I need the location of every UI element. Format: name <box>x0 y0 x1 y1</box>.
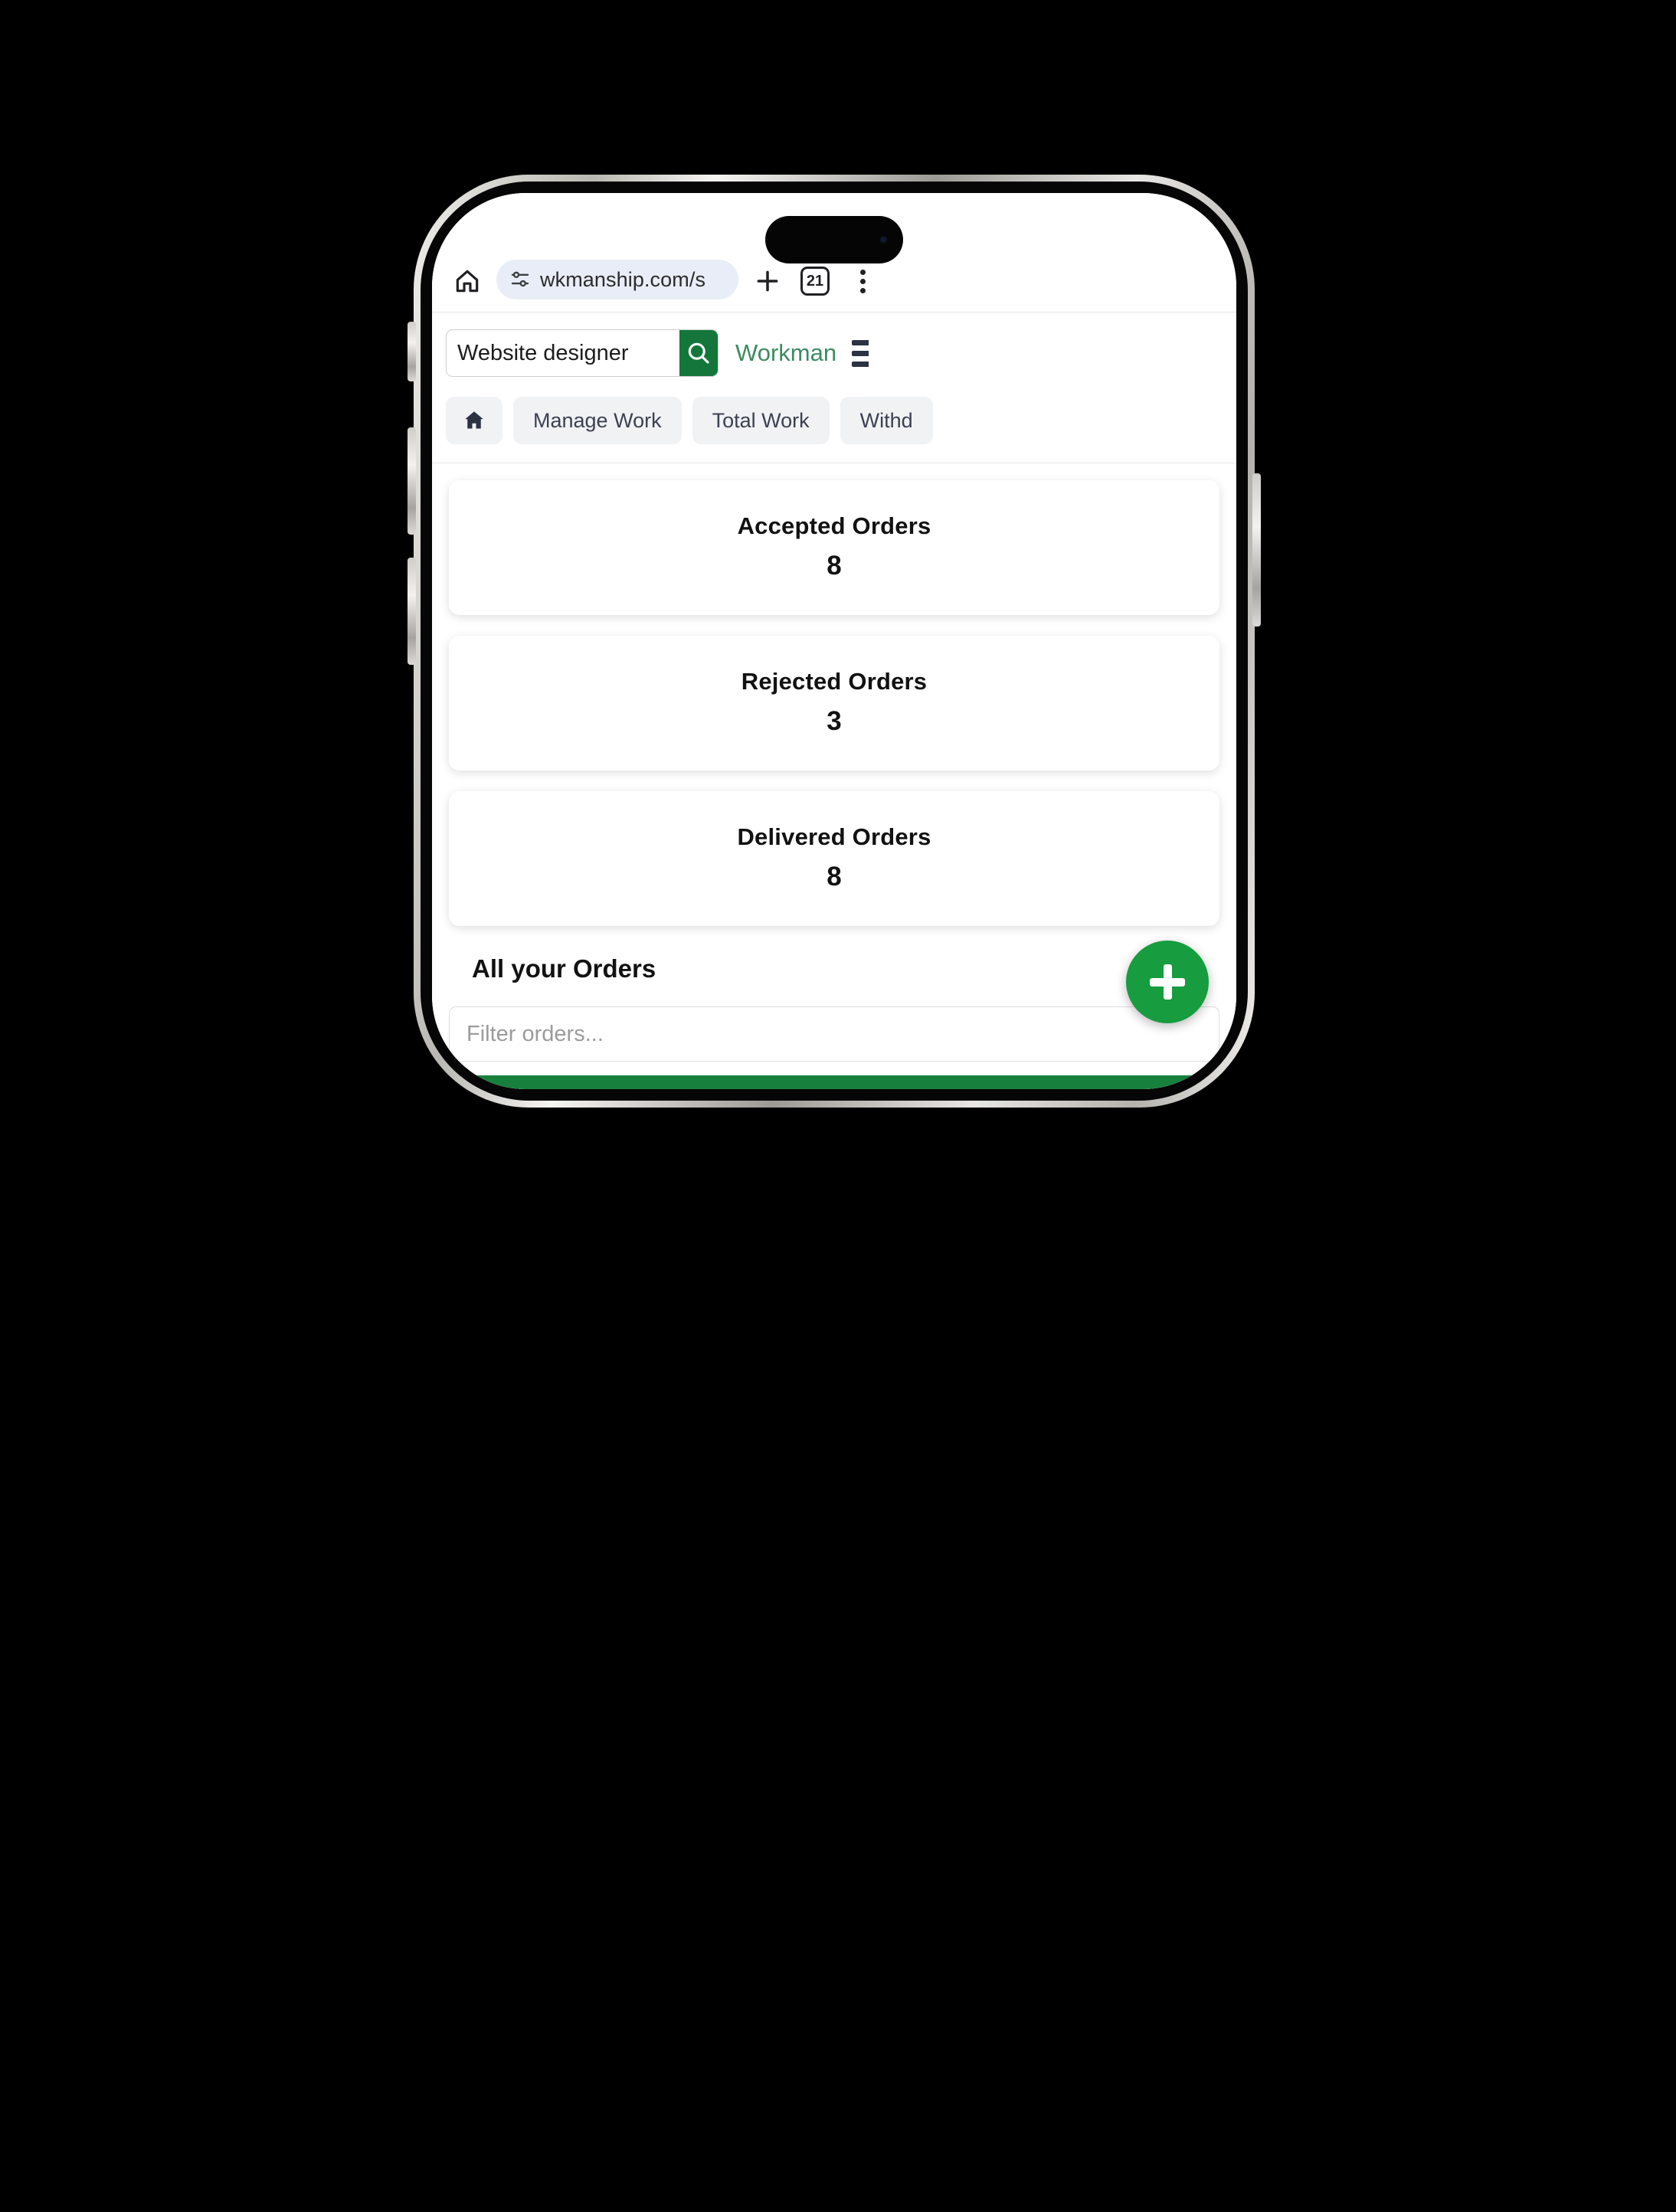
power-button[interactable] <box>1252 473 1261 627</box>
nav-pills: Manage Work Total Work Withd <box>432 377 1236 463</box>
front-camera-icon <box>881 237 886 243</box>
nav-pill-withdraw[interactable]: Withd <box>840 397 933 444</box>
search-input[interactable] <box>447 330 680 376</box>
filter-orders-input[interactable] <box>449 1006 1219 1062</box>
stat-title: Accepted Orders <box>737 512 931 539</box>
plus-icon <box>752 266 783 296</box>
tab-switcher-button[interactable]: 21 <box>797 263 833 299</box>
stats-cards: Accepted Orders 8 Rejected Orders 3 Deli… <box>432 463 1236 926</box>
browser-home-button[interactable] <box>449 263 486 299</box>
stat-value: 8 <box>827 551 842 581</box>
sort-by-date-button[interactable]: Sort by Date ▲ <box>449 1075 1219 1089</box>
new-tab-button[interactable] <box>749 263 786 299</box>
brand-name: Workman <box>735 339 837 366</box>
tune-icon[interactable] <box>509 268 532 291</box>
address-bar[interactable]: wkmanship.com/s <box>496 260 738 299</box>
search-group <box>446 329 719 377</box>
home-icon <box>453 267 482 296</box>
nav-pill-home[interactable] <box>446 397 502 444</box>
nav-pill-total-work[interactable]: Total Work <box>692 397 830 444</box>
search-row: Workman <box>432 329 1236 377</box>
volume-up-button[interactable] <box>408 427 416 535</box>
search-icon <box>685 339 712 367</box>
action-button[interactable] <box>408 322 416 381</box>
dynamic-island <box>765 216 903 263</box>
stat-card-accepted-orders: Accepted Orders 8 <box>449 480 1219 615</box>
page-viewport: Workman Manage <box>432 312 1236 1089</box>
tab-count-badge: 21 <box>800 267 830 296</box>
phone-mockup: wkmanship.com/s 21 Website designer Work… <box>408 175 1261 1108</box>
hamburger-icon[interactable] <box>852 339 869 367</box>
volume-down-button[interactable] <box>408 558 416 665</box>
stat-value: 3 <box>827 706 842 736</box>
nav-pill-manage-work[interactable]: Manage Work <box>513 397 682 444</box>
search-button[interactable] <box>679 330 718 376</box>
app-header: Workman Manage <box>432 312 1236 463</box>
stat-value: 8 <box>827 862 842 892</box>
screenshot-stage: wkmanship.com/s 21 Website designer Work… <box>0 0 1676 2212</box>
phone-screen: wkmanship.com/s 21 Website designer Work… <box>432 193 1236 1089</box>
stat-card-delivered-orders: Delivered Orders 8 <box>449 791 1219 926</box>
stat-card-rejected-orders: Rejected Orders 3 <box>449 636 1219 771</box>
url-text: wkmanship.com/s <box>540 267 706 291</box>
filter-wrapper <box>432 983 1236 1062</box>
stat-title: Delivered Orders <box>737 823 931 850</box>
kebab-menu-icon <box>859 269 866 293</box>
browser-menu-button[interactable] <box>844 263 881 299</box>
add-order-fab[interactable] <box>1126 941 1209 1023</box>
home-icon <box>463 409 486 432</box>
orders-heading: All your Orders <box>472 954 656 983</box>
stat-title: Rejected Orders <box>741 668 928 695</box>
